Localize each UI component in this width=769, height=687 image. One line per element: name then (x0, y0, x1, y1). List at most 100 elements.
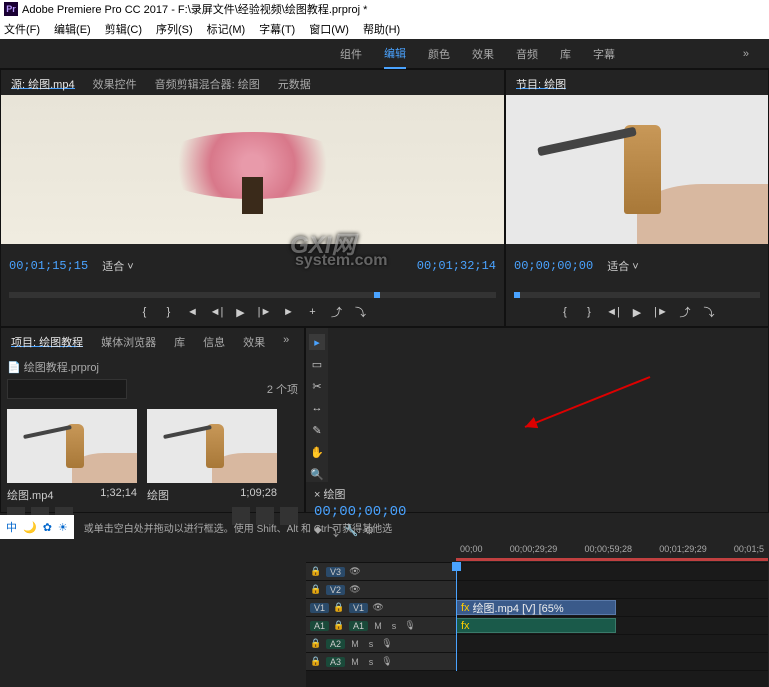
insert-icon[interactable]: + (303, 302, 323, 322)
menu-file[interactable]: 文件(F) (4, 21, 40, 37)
menu-marker[interactable]: 标记(M) (207, 21, 246, 37)
timeline-panel: ▸ ▭ ✂ ↔ ✎ ✋ 🔍 × 绘图 00;00;00;00 ⬥ ⤵ 🔧 ⚙ (305, 327, 769, 513)
tab-libraries[interactable]: 库 (174, 334, 185, 347)
source-monitor-panel: 源: 绘图.mp4 效果控件 音频剪辑混合器: 绘图 元数据 00;01;15;… (0, 69, 505, 327)
tab-effect-controls[interactable]: 效果控件 (93, 76, 137, 89)
menu-edit[interactable]: 编辑(E) (54, 21, 91, 37)
hand-tool-icon[interactable]: 🔍 (309, 466, 325, 482)
ime-icon[interactable]: 中 (6, 519, 17, 535)
p-mark-in-icon[interactable]: { (555, 302, 575, 322)
ws-color[interactable]: 颜色 (428, 40, 450, 68)
lock-icon: 🔒 (310, 584, 322, 595)
tab-info[interactable]: 信息 (203, 334, 225, 347)
p-play-icon[interactable]: ▶ (627, 302, 647, 322)
fx-icon: fx (461, 620, 470, 632)
tab-effects2[interactable]: 效果 (243, 334, 265, 347)
ws-assembly[interactable]: 组件 (340, 40, 362, 68)
ripple-tool-icon[interactable]: ✂ (309, 378, 325, 394)
clip-audio[interactable]: fx (456, 618, 616, 633)
bin-item-1[interactable]: 绘图1;09;28 (147, 409, 277, 503)
mic-icon: 🎙 (381, 638, 393, 649)
p-step-back-icon[interactable]: ◄| (603, 302, 623, 322)
source-monitor[interactable] (1, 95, 504, 244)
pen-tool-icon[interactable]: ✋ (309, 444, 325, 460)
lock-icon: 🔒 (310, 566, 322, 577)
track-v1[interactable]: V1🔒V1👁 fx绘图.mp4 [V] [65% (306, 598, 768, 616)
track-select-tool-icon[interactable]: ▭ (309, 356, 325, 372)
track-a3[interactable]: 🔒A3Ms🎙 (306, 652, 768, 670)
source-timecode-in[interactable]: 00;01;15;15 (9, 259, 88, 273)
program-zoom[interactable]: 适合 ˅ (607, 258, 638, 274)
app-icon: Pr (4, 2, 18, 16)
program-monitor[interactable] (506, 95, 768, 244)
tab-metadata[interactable]: 元数据 (278, 76, 311, 89)
ws-more[interactable]: » (743, 42, 749, 66)
app-title: Adobe Premiere Pro CC 2017 - F:\录屏文件\经验视… (22, 1, 367, 17)
razor-tool-icon[interactable]: ↔ (309, 400, 325, 416)
tab-project[interactable]: 项目: 绘图教程 (11, 334, 83, 347)
ws-libraries[interactable]: 库 (560, 40, 571, 68)
mic-icon: 🎙 (404, 620, 416, 631)
timeline-scrollbar[interactable] (306, 671, 768, 687)
menu-window[interactable]: 窗口(W) (309, 21, 349, 37)
eye-icon: 👁 (349, 584, 361, 595)
titlebar: Pr Adobe Premiere Pro CC 2017 - F:\录屏文件\… (0, 0, 769, 18)
fx-icon: fx (461, 602, 470, 614)
item-count: 2 个项 (267, 381, 298, 397)
ws-editing[interactable]: 编辑 (384, 39, 406, 69)
export-frame-icon[interactable]: ⤵ (351, 302, 371, 322)
menu-sequence[interactable]: 序列(S) (156, 21, 193, 37)
mark-out-icon[interactable]: } (159, 302, 179, 322)
source-zoom[interactable]: 适合 ˅ (102, 258, 133, 274)
tab-more[interactable]: » (283, 334, 289, 347)
track-a1[interactable]: A1🔒A1Ms🎙 fx (306, 616, 768, 634)
tab-source[interactable]: 源: 绘图.mp4 (11, 76, 75, 89)
mark-in-icon[interactable]: { (135, 302, 155, 322)
project-search-input[interactable] (7, 379, 127, 399)
menu-help[interactable]: 帮助(H) (363, 21, 400, 37)
tool-palette: ▸ ▭ ✂ ↔ ✎ ✋ 🔍 (306, 328, 328, 482)
selection-tool-icon[interactable]: ▸ (309, 334, 325, 350)
clip-video[interactable]: fx绘图.mp4 [V] [65% (456, 600, 616, 615)
eye-icon: 👁 (372, 602, 384, 613)
slip-tool-icon[interactable]: ✎ (309, 422, 325, 438)
step-fwd-icon[interactable]: |► (255, 302, 275, 322)
ws-audio[interactable]: 音频 (516, 40, 538, 68)
mic-icon: 🎙 (381, 656, 393, 667)
sun-icon[interactable]: ☀ (58, 521, 68, 534)
playhead[interactable] (456, 562, 457, 671)
lock-icon: 🔒 (310, 656, 322, 667)
step-back-icon[interactable]: ◄| (207, 302, 227, 322)
menu-clip[interactable]: 剪辑(C) (105, 21, 142, 37)
track-a2[interactable]: 🔒A2Ms🎙 (306, 634, 768, 652)
sequence-tab[interactable]: × 绘图 (314, 486, 760, 502)
tab-media-browser[interactable]: 媒体浏览器 (101, 334, 156, 347)
p-mark-out-icon[interactable]: } (579, 302, 599, 322)
ws-graphics[interactable]: 字幕 (593, 40, 615, 68)
flower-icon[interactable]: ✿ (43, 521, 52, 534)
lock-icon: 🔒 (333, 602, 345, 613)
tracks-area: 🔒V3👁 🔒V2👁 V1🔒V1👁 fx绘图.mp4 [V] [65% A1🔒A1… (306, 562, 768, 671)
p-extract-icon[interactable]: ⤵ (699, 302, 719, 322)
menu-title[interactable]: 字幕(T) (259, 21, 295, 37)
time-ruler[interactable]: 00;00 00;00;29;29 00;00;59;28 00;01;29;2… (306, 544, 768, 562)
overwrite-icon[interactable]: ⤴ (327, 302, 347, 322)
source-scrub-bar[interactable] (9, 292, 496, 298)
ws-effects[interactable]: 效果 (472, 40, 494, 68)
tab-program[interactable]: 节目: 绘图 (516, 76, 566, 89)
goto-in-icon[interactable]: ◄ (183, 302, 203, 322)
track-v3[interactable]: 🔒V3👁 (306, 562, 768, 580)
source-timecode-out[interactable]: 00;01;32;14 (417, 259, 496, 273)
p-lift-icon[interactable]: ⤴ (675, 302, 695, 322)
track-v2[interactable]: 🔒V2👁 (306, 580, 768, 598)
goto-out-icon[interactable]: ► (279, 302, 299, 322)
project-tabs: 项目: 绘图教程 媒体浏览器 库 信息 效果 » (1, 328, 304, 353)
p-step-fwd-icon[interactable]: |► (651, 302, 671, 322)
bin-item-0[interactable]: 绘图.mp41;32;14 (7, 409, 137, 503)
moon-icon[interactable]: 🌙 (23, 521, 37, 534)
program-scrub-bar[interactable] (514, 292, 760, 298)
tab-audio-mixer[interactable]: 音频剪辑混合器: 绘图 (155, 76, 260, 89)
project-name: 📄 绘图教程.prproj (7, 359, 298, 375)
program-timecode-in[interactable]: 00;00;00;00 (514, 259, 593, 273)
play-icon[interactable]: ▶ (231, 302, 251, 322)
